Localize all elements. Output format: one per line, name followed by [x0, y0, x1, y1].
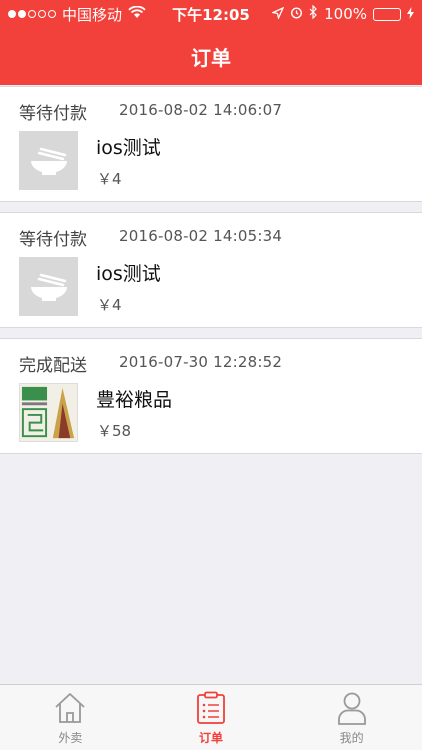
home-icon	[52, 690, 88, 726]
order-card[interactable]: 完成配送 2016-07-30 12:28:52 豊裕粮品 ￥58	[0, 338, 422, 454]
order-price: ￥4	[97, 296, 122, 314]
order-item-name: 豊裕粮品	[96, 389, 173, 411]
wifi-icon	[128, 5, 146, 23]
tab-label: 我的	[339, 731, 364, 745]
tab-label: 订单	[199, 731, 224, 745]
alarm-icon	[290, 5, 303, 23]
tab-mine[interactable]: 我的	[281, 685, 422, 750]
bowl-chopsticks-placeholder-icon	[19, 131, 78, 190]
page-title: 订单	[191, 46, 231, 70]
tab-bar: 外卖 订单 我的	[0, 684, 422, 750]
order-time: 2016-08-02 14:05:34	[119, 227, 283, 245]
store-logo-image	[19, 383, 78, 442]
status-bar: 中国移动 下午12:05 100%	[0, 0, 422, 28]
order-card[interactable]: 等待付款 2016-08-02 14:06:07 ios测试 ￥4	[0, 86, 422, 202]
order-item-name: ios测试	[96, 137, 161, 159]
status-bar-right: 100%	[271, 4, 414, 23]
order-status: 等待付款	[19, 104, 87, 124]
order-card[interactable]: 等待付款 2016-08-02 14:05:34 ios测试 ￥4	[0, 212, 422, 328]
order-status: 完成配送	[19, 356, 87, 376]
bowl-chopsticks-placeholder-icon	[19, 257, 78, 316]
status-bar-left: 中国移动	[8, 4, 146, 25]
order-item-name: ios测试	[96, 263, 161, 285]
bluetooth-icon	[309, 4, 318, 23]
charging-icon	[407, 5, 414, 23]
order-list-icon	[193, 690, 229, 726]
battery-percent: 100%	[324, 5, 367, 23]
tab-label: 外卖	[58, 731, 83, 745]
order-time: 2016-07-30 12:28:52	[119, 353, 283, 371]
order-price: ￥58	[97, 422, 132, 440]
battery-icon	[373, 7, 401, 21]
tab-orders[interactable]: 订单	[141, 685, 282, 750]
order-time: 2016-08-02 14:06:07	[119, 101, 283, 119]
order-status: 等待付款	[19, 230, 87, 250]
location-icon	[271, 5, 285, 23]
person-icon	[334, 690, 370, 726]
tab-takeout[interactable]: 外卖	[0, 685, 141, 750]
order-list: 等待付款 2016-08-02 14:06:07 ios测试 ￥4 等待付款 2…	[0, 86, 422, 464]
signal-strength-icon	[8, 10, 56, 18]
carrier-name: 中国移动	[62, 5, 123, 24]
nav-bar: 订单	[0, 28, 422, 85]
order-price: ￥4	[97, 170, 122, 188]
